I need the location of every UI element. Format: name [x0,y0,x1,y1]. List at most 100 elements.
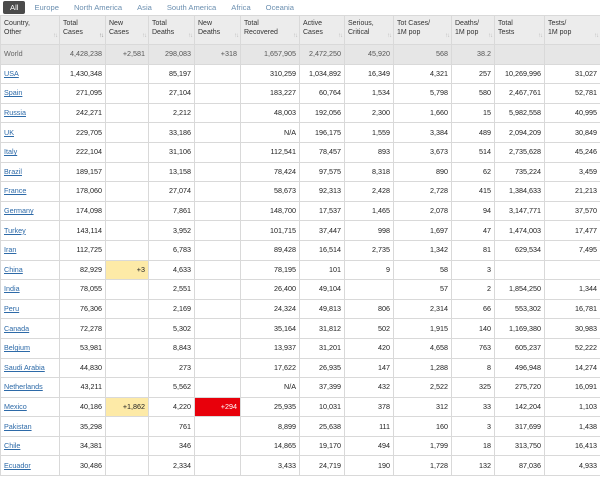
tab-asia[interactable]: Asia [131,1,158,14]
country-link[interactable]: China [4,265,23,274]
sort-arrows-icon[interactable]: ↑↓ [188,32,193,41]
column-header-new-cases[interactable]: New Cases ↑↓ [105,15,149,45]
sort-arrows-icon[interactable]: ↑↓ [53,32,58,41]
sort-arrows-icon[interactable]: ↑↓ [594,32,599,41]
cell-active-cases: 78,457 [299,141,345,163]
cell-tests-per-1m: 30,849 [544,122,600,143]
cell-tests-per-1m: 14,274 [544,357,600,379]
cell-total-tests: 142,204 [494,396,545,418]
column-header-line2: Deaths [198,29,221,36]
tab-north-america[interactable]: North America [68,1,128,14]
column-header-line2: 1M pop [397,29,421,36]
cell-tests-per-1m: 3,459 [544,161,600,183]
sort-arrows-icon[interactable]: ↑↓ [538,32,543,41]
cell-total-deaths: 33,186 [148,122,195,143]
cell-country: India [0,279,60,300]
cell-total-tests [494,259,545,281]
column-header-line2: Cases [109,29,129,36]
country-link[interactable]: Germany [4,206,34,215]
cell-tot-cases-per-1m: 2,314 [393,298,452,320]
country-link[interactable]: Iran [4,245,16,254]
column-header-total-recovered[interactable]: Total Recovered ↑↓ [240,15,300,45]
country-link[interactable]: India [4,284,20,293]
sort-arrows-icon[interactable]: ↑↓ [293,32,298,41]
sort-arrows-icon[interactable]: ↑↓ [99,32,104,41]
column-header-line1: Serious, [348,20,374,27]
column-header-active-cases[interactable]: Active Cases ↑↓ [299,15,345,45]
cell-tests-per-1m: 17,477 [544,220,600,241]
country-link[interactable]: Chile [4,441,20,450]
country-link[interactable]: Mexico [4,402,27,411]
cell-new-deaths [194,122,241,143]
cell-new-cases [105,102,149,124]
column-header-total-deaths[interactable]: Total Deaths ↑↓ [148,15,195,45]
cell-total-cases: 242,271 [59,102,106,124]
cell-new-deaths [194,239,241,261]
cell-tests-per-1m: 16,413 [544,435,600,457]
cell-new-deaths [194,200,241,222]
sort-arrows-icon[interactable]: ↑↓ [234,32,239,41]
cell-total-recovered: 25,935 [240,396,300,418]
cell-total-cases: 1,430,348 [59,63,106,85]
cell-new-cases [105,377,149,398]
cell-serious-critical: 1,534 [344,83,394,104]
country-link[interactable]: Peru [4,304,19,313]
country-link[interactable]: Netherlands [4,382,43,391]
column-header-tot-cases-per-1m[interactable]: Tot Cases/1M pop ↑↓ [393,15,452,45]
tab-all[interactable]: All [3,1,26,14]
sort-arrows-icon[interactable]: ↑↓ [488,32,493,41]
column-header-new-deaths[interactable]: New Deaths ↑↓ [194,15,241,45]
cell-serious-critical: 494 [344,435,394,457]
column-header-total-cases[interactable]: Total Cases ↑↓ [59,15,106,45]
country-link[interactable]: Saudi Arabia [4,363,45,372]
cell-new-deaths [194,416,241,437]
column-header-country[interactable]: Country, Other ↑↓ [0,15,60,45]
country-link[interactable]: Spain [4,88,22,97]
sort-arrows-icon[interactable]: ↑↓ [387,32,392,41]
table-row: Pakistan 35,298 761 8,899 25,638 111 160 3 317,6… [0,416,600,437]
column-header-total-tests[interactable]: Total Tests ↑↓ [494,15,545,45]
table-row: Brazil 189,157 13,158 78,424 97,575 8,318 890 6… [0,161,600,183]
cell-total-deaths: 13,158 [148,161,195,183]
country-link[interactable]: Ecuador [4,461,31,470]
cell-total-deaths: 4,633 [148,259,195,281]
cell-new-deaths: +318 [194,44,241,65]
cell-total-recovered: 3,433 [240,455,300,477]
cell-tot-cases-per-1m: 1,697 [393,220,452,241]
cell-new-cases [105,83,149,104]
tab-africa[interactable]: Africa [225,1,256,14]
cell-total-deaths: 27,104 [148,83,195,104]
country-link[interactable]: UK [4,128,14,137]
cell-new-deaths [194,102,241,124]
sort-arrows-icon[interactable]: ↑↓ [445,32,450,41]
cell-total-tests: 735,224 [494,161,545,183]
sort-arrows-icon[interactable]: ↑↓ [338,32,343,41]
cell-total-tests: 1,474,003 [494,220,545,241]
tab-europe[interactable]: Europe [28,1,65,14]
cell-total-tests: 313,750 [494,435,545,457]
country-link[interactable]: Russia [4,108,26,117]
tab-oceania[interactable]: Oceania [260,1,300,14]
cell-country: Chile [0,435,60,457]
country-link[interactable]: Pakistan [4,422,32,431]
cell-total-deaths: 27,074 [148,181,195,202]
column-header-deaths-per-1m[interactable]: Deaths/1M pop ↑↓ [451,15,495,45]
country-link[interactable]: France [4,186,26,195]
sort-arrows-icon[interactable]: ↑↓ [142,32,147,41]
column-header-tests-per-1m[interactable]: Tests/1M pop ↑↓ [544,15,600,45]
cell-deaths-per-1m: 8 [451,357,495,379]
cell-new-cases [105,337,149,359]
country-link[interactable]: Turkey [4,226,26,235]
column-header-serious-critical[interactable]: Serious, Critical ↑↓ [344,15,394,45]
cell-country: Canada [0,318,60,339]
country-link[interactable]: Brazil [4,167,22,176]
country-link[interactable]: Canada [4,324,29,333]
cell-deaths-per-1m: 81 [451,239,495,261]
cell-new-deaths [194,318,241,339]
tab-south-america[interactable]: South America [161,1,222,14]
country-link[interactable]: Italy [4,147,17,156]
cell-active-cases: 60,764 [299,83,345,104]
country-link[interactable]: Belgium [4,343,30,352]
country-link[interactable]: USA [4,69,19,78]
cell-tot-cases-per-1m: 2,728 [393,181,452,202]
